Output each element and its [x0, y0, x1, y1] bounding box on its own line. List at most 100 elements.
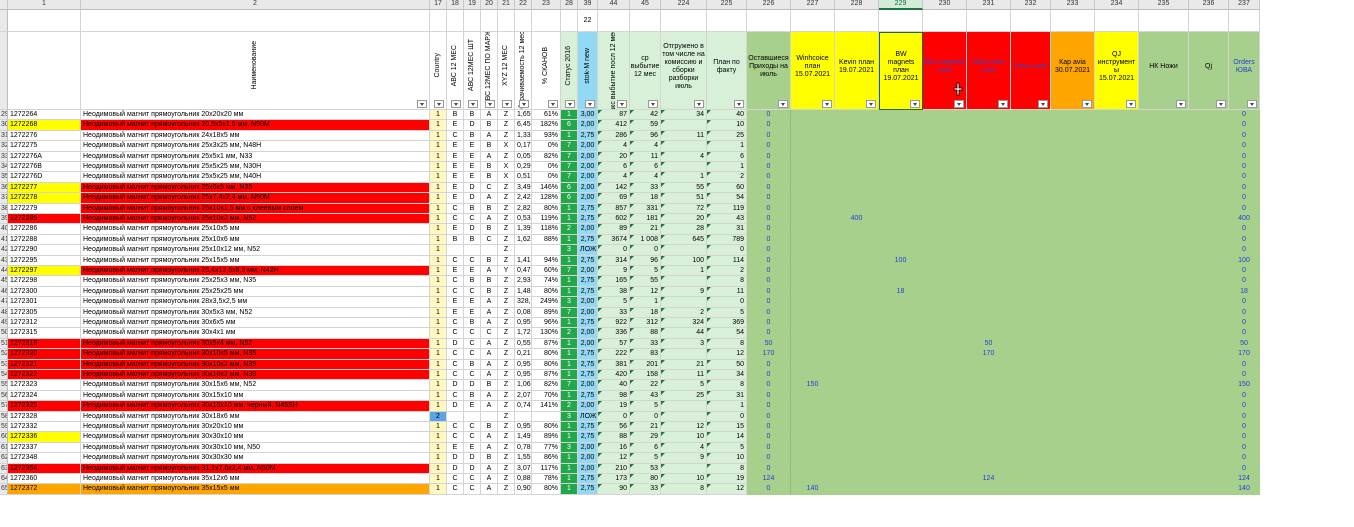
cell-22[interactable]: 0,95: [515, 422, 532, 433]
cell-20[interactable]: A: [481, 318, 498, 329]
row-header[interactable]: 31: [0, 130, 8, 142]
column-header-45[interactable]: 45: [630, 0, 661, 10]
cell-236[interactable]: [1189, 120, 1229, 131]
table-row-name[interactable]: Неодимовый магнит прямоугольник 30х5х4 м…: [81, 338, 430, 350]
cell-231[interactable]: 124: [967, 474, 1011, 485]
cell-20[interactable]: B: [481, 276, 498, 287]
cell-227[interactable]: [791, 338, 835, 350]
cell-237[interactable]: 0: [1229, 182, 1260, 194]
cell-237[interactable]: 150: [1229, 380, 1260, 391]
cell-235[interactable]: [1139, 224, 1189, 235]
cell-224[interactable]: 28: [661, 224, 707, 235]
cell-17[interactable]: 1: [430, 172, 447, 183]
row-header[interactable]: 33: [0, 151, 8, 162]
top-cell-20[interactable]: [481, 10, 498, 32]
cell-230[interactable]: [923, 432, 967, 443]
cell-17[interactable]: 1: [430, 120, 447, 131]
cell-235[interactable]: [1139, 255, 1189, 266]
column-header-19[interactable]: 19: [464, 0, 481, 10]
cell-226[interactable]: 0: [747, 484, 791, 495]
cell-45[interactable]: 11: [630, 151, 661, 162]
cell-227[interactable]: [791, 193, 835, 204]
cell-226[interactable]: 50: [747, 338, 791, 350]
cell-17[interactable]: 2: [430, 411, 447, 422]
cell-18[interactable]: C: [447, 422, 464, 433]
row-header[interactable]: 65: [0, 484, 8, 495]
cell-232[interactable]: [1011, 474, 1051, 485]
cell-235[interactable]: [1139, 120, 1189, 131]
cell-230[interactable]: [923, 328, 967, 339]
cell-235[interactable]: [1139, 432, 1189, 443]
cell-235[interactable]: [1139, 422, 1189, 433]
cell-234[interactable]: [1095, 370, 1139, 381]
cell-230[interactable]: [923, 193, 967, 204]
cell-44[interactable]: 857: [598, 203, 630, 214]
cell-232[interactable]: [1011, 307, 1051, 318]
filter-dropdown-icon[interactable]: [565, 100, 575, 108]
cell-227[interactable]: [791, 432, 835, 443]
table-row-code[interactable]: 1272354: [8, 463, 81, 474]
cell-19[interactable]: C: [464, 370, 481, 381]
cell-21[interactable]: Z: [498, 214, 515, 225]
cell-236[interactable]: [1189, 151, 1229, 162]
cell-233[interactable]: [1051, 141, 1095, 152]
table-row-name[interactable]: Неодимовый магнит прямоугольник 30х10х2 …: [81, 370, 430, 381]
cell-45[interactable]: 6: [630, 442, 661, 454]
cell-23[interactable]: 82%: [532, 151, 561, 162]
cell-18[interactable]: C: [447, 349, 464, 360]
header-1[interactable]: [8, 32, 81, 110]
cell-229[interactable]: [879, 120, 923, 131]
cell-228[interactable]: [835, 234, 879, 246]
cell-228[interactable]: [835, 203, 879, 214]
cell-225[interactable]: 54: [707, 193, 747, 204]
header-39[interactable]: stok-M new: [578, 32, 598, 110]
row-header[interactable]: 56: [0, 390, 8, 402]
top-cell-17[interactable]: [430, 10, 447, 32]
cell-233[interactable]: [1051, 422, 1095, 433]
cell-17[interactable]: 1: [430, 390, 447, 402]
cell-224[interactable]: 5: [661, 380, 707, 391]
cell-231[interactable]: [967, 432, 1011, 443]
cell-228[interactable]: [835, 182, 879, 194]
cell-18[interactable]: C: [447, 214, 464, 225]
cell-22[interactable]: 0,29: [515, 162, 532, 173]
cell-233[interactable]: [1051, 203, 1095, 214]
cell-18[interactable]: E: [447, 307, 464, 318]
row-header[interactable]: 36: [0, 182, 8, 194]
cell-227[interactable]: [791, 276, 835, 287]
cell-18[interactable]: E: [447, 151, 464, 162]
table-row-code[interactable]: 1272295: [8, 255, 81, 266]
column-header-1[interactable]: 1: [8, 0, 81, 10]
cell-225[interactable]: 31: [707, 390, 747, 402]
cell-44[interactable]: 19: [598, 401, 630, 412]
top-cell-44[interactable]: [598, 10, 630, 32]
cell-28[interactable]: 1: [561, 214, 578, 225]
cell-19[interactable]: D: [464, 182, 481, 194]
cell-236[interactable]: [1189, 432, 1229, 443]
cell-225[interactable]: 19: [707, 474, 747, 485]
cell-235[interactable]: [1139, 182, 1189, 194]
cell-230[interactable]: [923, 151, 967, 162]
cell-19[interactable]: D: [464, 120, 481, 131]
cell-19[interactable]: D: [464, 193, 481, 204]
cell-232[interactable]: [1011, 276, 1051, 287]
cell-19[interactable]: E: [464, 401, 481, 412]
cell-228[interactable]: [835, 463, 879, 474]
cell-39[interactable]: 2,75: [578, 422, 598, 433]
cell-20[interactable]: C: [481, 328, 498, 339]
cell-232[interactable]: [1011, 214, 1051, 225]
cell-225[interactable]: 12: [707, 349, 747, 360]
header-227[interactable]: Winhcoice план 15.07.2021: [791, 32, 835, 110]
cell-18[interactable]: C: [447, 255, 464, 266]
table-row-name[interactable]: Неодимовый магнит прямоугольник 30х15х6 …: [81, 380, 430, 391]
cell-226[interactable]: 0: [747, 203, 791, 214]
cell-234[interactable]: [1095, 390, 1139, 402]
table-row-name[interactable]: Неодимовый магнит прямоугольник 20х20х20…: [81, 110, 430, 121]
cell-28[interactable]: 1: [561, 318, 578, 329]
cell-23[interactable]: 118%: [532, 224, 561, 235]
cell-227[interactable]: [791, 411, 835, 422]
column-header-21[interactable]: 21: [498, 0, 515, 10]
cell-44[interactable]: 4: [598, 141, 630, 152]
cell-44[interactable]: 20: [598, 151, 630, 162]
cell-231[interactable]: [967, 359, 1011, 370]
